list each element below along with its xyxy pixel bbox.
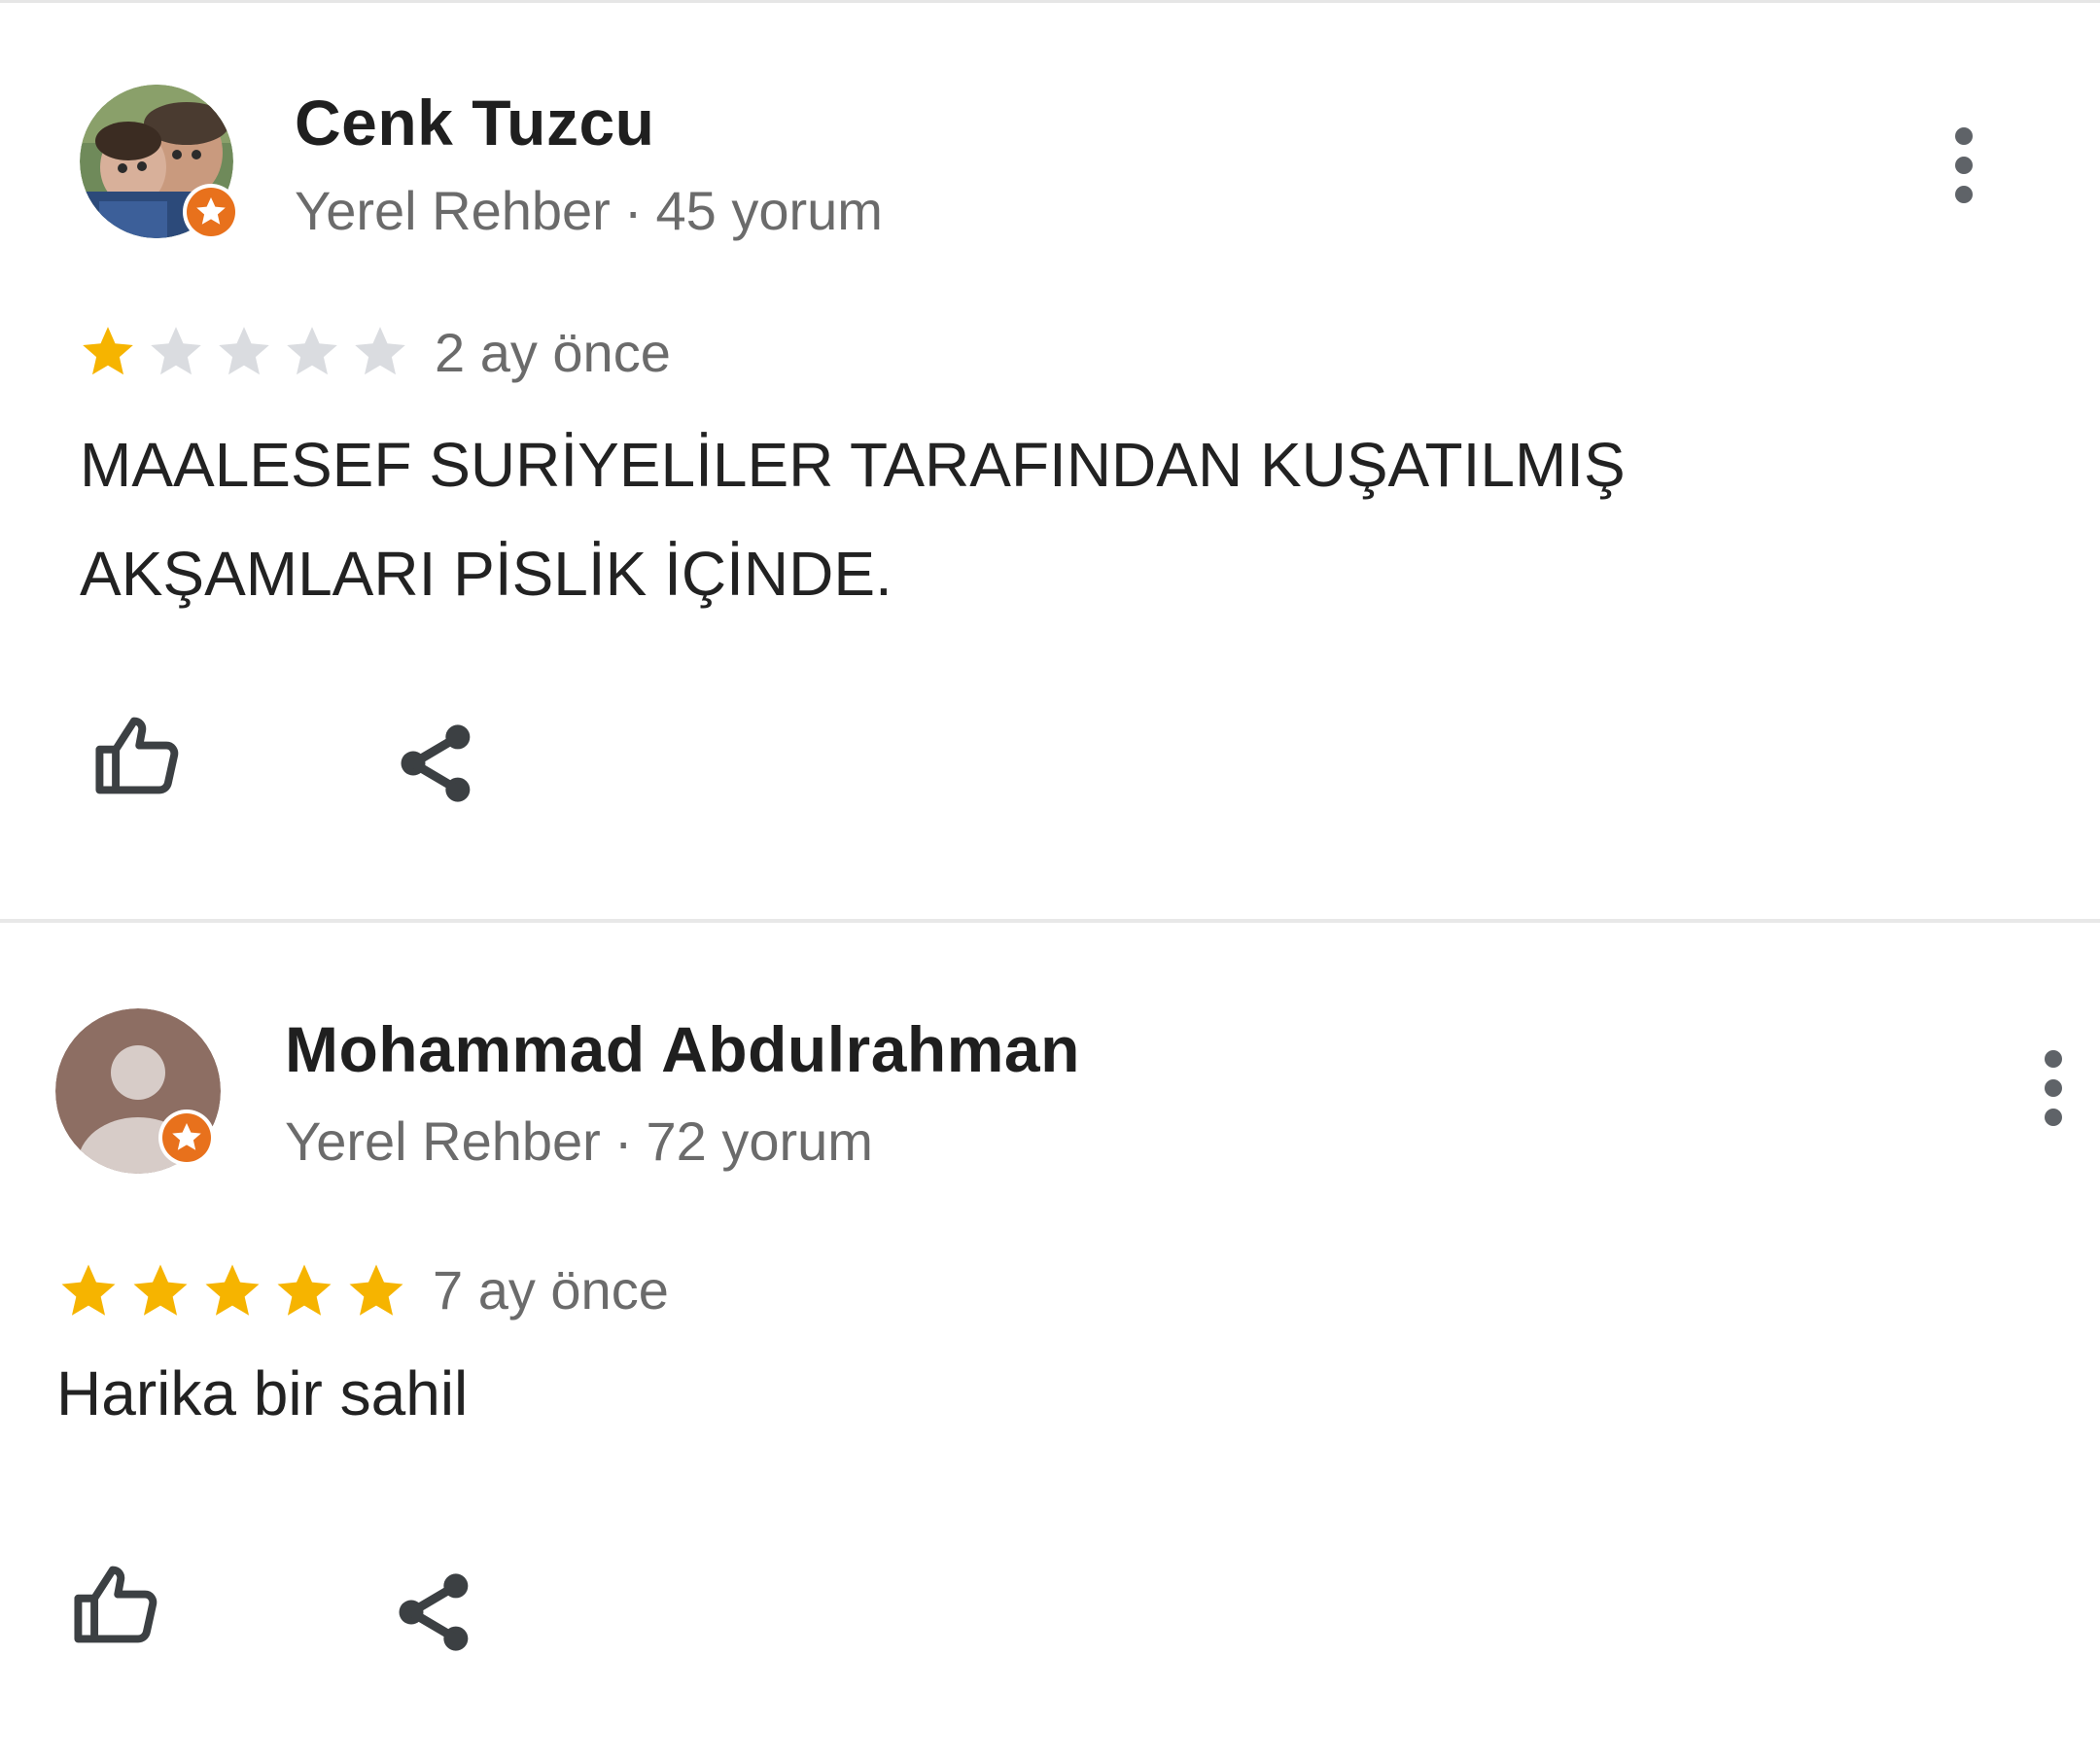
share-icon[interactable]	[389, 715, 486, 812]
more-vert-icon	[2045, 1050, 2062, 1068]
author-name[interactable]: Cenk Tuzcu	[295, 86, 654, 159]
star-rating	[78, 322, 418, 382]
author-meta: Yerel Rehber · 72 yorum	[285, 1109, 873, 1173]
local-guide-badge	[183, 184, 239, 240]
review-time: 7 ay önce	[433, 1259, 669, 1321]
star-rating	[56, 1259, 416, 1323]
more-vert-icon-dot	[1955, 186, 1973, 203]
star-filled-icon	[133, 1264, 188, 1316]
meta-separator: ·	[623, 180, 643, 241]
star-empty-icon	[287, 327, 337, 375]
avatar[interactable]	[55, 1008, 221, 1174]
author-name[interactable]: Mohammad Abdulrahman	[285, 1012, 1080, 1086]
star-filled-icon	[61, 1264, 116, 1316]
more-vert-icon-dot	[2045, 1109, 2062, 1126]
star-empty-icon	[151, 327, 201, 375]
local-guide-star-icon	[162, 1113, 211, 1162]
star-filled-icon	[205, 1264, 260, 1316]
author-role: Yerel Rehber	[295, 180, 611, 241]
star-filled-icon	[349, 1264, 403, 1316]
author-meta: Yerel Rehber · 45 yorum	[295, 179, 883, 242]
star-empty-icon	[355, 327, 405, 375]
thumbs-up-icon[interactable]	[89, 707, 187, 804]
more-vert-icon-dot	[1955, 157, 1973, 174]
review-text: Harika bir sahil	[56, 1358, 469, 1428]
review-time: 2 ay önce	[435, 322, 671, 383]
meta-separator: ·	[613, 1110, 633, 1172]
review-card: Cenk Tuzcu Yerel Rehber · 45 yorum 2 ay ön…	[0, 0, 2100, 919]
author-role: Yerel Rehber	[285, 1110, 601, 1172]
review-card: Mohammad Abdulrahman Yerel Rehber · 72 yor…	[0, 923, 2100, 1761]
avatar[interactable]	[80, 85, 239, 240]
star-empty-icon	[219, 327, 269, 375]
more-vert-icon-dot	[2045, 1079, 2062, 1097]
local-guide-badge	[158, 1109, 215, 1166]
more-options-button[interactable]	[1944, 122, 1983, 209]
thumbs-up-icon[interactable]	[68, 1556, 165, 1653]
local-guide-star-icon	[187, 188, 235, 236]
more-options-button[interactable]	[2034, 1044, 2073, 1132]
star-filled-icon	[83, 327, 133, 375]
review-text: MAALESEF SURİYELİLER TARAFINDAN KUŞATILM…	[80, 430, 1626, 609]
share-icon[interactable]	[387, 1564, 484, 1661]
review-count: 45 yorum	[655, 180, 883, 241]
review-count: 72 yorum	[646, 1110, 873, 1172]
star-filled-icon	[277, 1264, 332, 1316]
more-vert-icon	[1955, 127, 1973, 145]
